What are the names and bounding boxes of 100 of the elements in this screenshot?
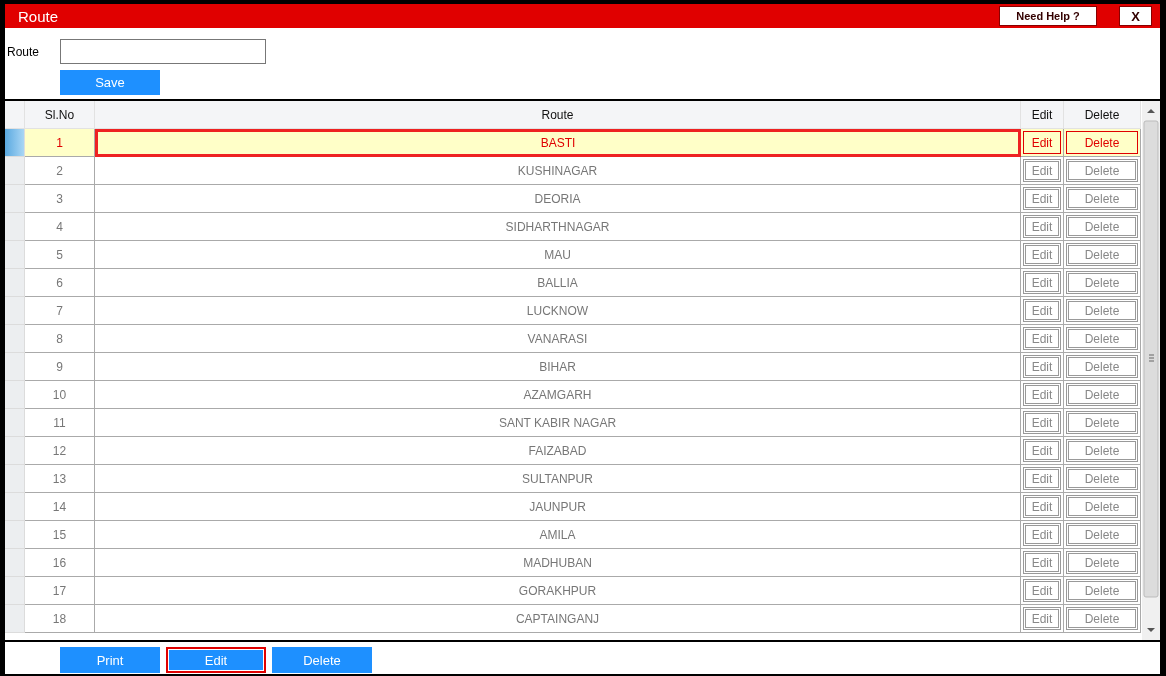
edit-button[interactable]: Edit [1023,411,1061,434]
delete-button[interactable]: Delete [1066,187,1138,210]
table-cell: 2 [25,157,95,185]
delete-button[interactable]: Delete [1066,411,1138,434]
row-header[interactable] [5,325,25,353]
table-cell: BIHAR [95,353,1021,381]
scrollbar[interactable] [1142,101,1160,640]
edit-button[interactable]: Edit [1023,327,1061,350]
edit-button[interactable]: Edit [1023,159,1061,182]
help-button[interactable]: Need Help ? [999,6,1097,26]
delete-button[interactable]: Delete [1066,299,1138,322]
table-cell: SULTANPUR [95,465,1021,493]
delete-button[interactable]: Delete [1066,383,1138,406]
table-cell: 4 [25,213,95,241]
table-cell: AMILA [95,521,1021,549]
table-cell: FAIZABAD [95,437,1021,465]
edit-button[interactable]: Edit [1023,271,1061,294]
edit-button[interactable]: Edit [1023,467,1061,490]
table-cell: BASTI [95,129,1021,157]
table-cell: 9 [25,353,95,381]
table-cell: JAUNPUR [95,493,1021,521]
table-cell: LUCKNOW [95,297,1021,325]
table-cell: VANARASI [95,325,1021,353]
table-cell: 16 [25,549,95,577]
delete-button[interactable]: Delete [1066,215,1138,238]
row-header[interactable] [5,297,25,325]
save-button[interactable]: Save [60,70,160,95]
route-input-field[interactable] [60,39,266,64]
row-header[interactable] [5,493,25,521]
delete-header: Delete [1064,101,1141,129]
row-header[interactable] [5,409,25,437]
table-cell: 15 [25,521,95,549]
delete-button[interactable]: Delete [1066,467,1138,490]
edit-button[interactable]: Edit [1023,439,1061,462]
delete-button[interactable]: Delete [1066,579,1138,602]
table-cell: DEORIA [95,185,1021,213]
table-cell: 11 [25,409,95,437]
route-label: Route [7,44,41,59]
row-header[interactable] [5,353,25,381]
edit-button[interactable]: Edit [1023,355,1061,378]
row-header[interactable] [5,549,25,577]
table-cell: SANT KABIR NAGAR [95,409,1021,437]
delete-button[interactable]: Delete [1066,523,1138,546]
row-header[interactable] [5,521,25,549]
row-header[interactable] [5,605,25,633]
edit-button[interactable]: Edit [1023,187,1061,210]
table-cell: 12 [25,437,95,465]
edit-button[interactable]: Edit [1023,607,1061,630]
row-header[interactable] [5,269,25,297]
action-button[interactable]: Edit [166,647,266,673]
table-cell: 14 [25,493,95,521]
delete-button[interactable]: Delete [1066,271,1138,294]
action-button[interactable]: Delete [272,647,372,673]
table-cell: AZAMGARH [95,381,1021,409]
route-header: Route [95,101,1021,129]
delete-button[interactable]: Delete [1066,327,1138,350]
header-corner [5,101,25,129]
table-cell: GORAKHPUR [95,577,1021,605]
edit-button[interactable]: Edit [1023,495,1061,518]
delete-button[interactable]: Delete [1066,131,1138,154]
delete-button[interactable]: Delete [1066,495,1138,518]
table-cell: 17 [25,577,95,605]
table-cell: 5 [25,241,95,269]
row-header[interactable] [5,577,25,605]
table-cell: CAPTAINGANJ [95,605,1021,633]
row-header[interactable] [5,465,25,493]
table-cell: 3 [25,185,95,213]
row-header[interactable] [5,381,25,409]
sl-no-header: Sl.No [25,101,95,129]
table-cell: 1 [25,129,95,157]
table-cell: 6 [25,269,95,297]
edit-button[interactable]: Edit [1023,299,1061,322]
delete-button[interactable]: Delete [1066,607,1138,630]
delete-button[interactable]: Delete [1066,355,1138,378]
row-header[interactable] [5,213,25,241]
row-header[interactable] [5,129,25,157]
row-header[interactable] [5,157,25,185]
table-cell: 13 [25,465,95,493]
table-cell: SIDHARTHNAGAR [95,213,1021,241]
edit-button[interactable]: Edit [1023,131,1061,154]
row-header[interactable] [5,241,25,269]
edit-header: Edit [1021,101,1064,129]
edit-button[interactable]: Edit [1023,243,1061,266]
table-cell: MAU [95,241,1021,269]
delete-button[interactable]: Delete [1066,439,1138,462]
row-header[interactable] [5,185,25,213]
edit-button[interactable]: Edit [1023,523,1061,546]
edit-button[interactable]: Edit [1023,579,1061,602]
delete-button[interactable]: Delete [1066,159,1138,182]
action-button[interactable]: Print [60,647,160,673]
table-cell: 18 [25,605,95,633]
table-cell: BALLIA [95,269,1021,297]
close-button[interactable]: X [1119,6,1152,26]
edit-button[interactable]: Edit [1023,551,1061,574]
table-cell: 10 [25,381,95,409]
row-header[interactable] [5,437,25,465]
edit-button[interactable]: Edit [1023,383,1061,406]
edit-button[interactable]: Edit [1023,215,1061,238]
delete-button[interactable]: Delete [1066,551,1138,574]
delete-button[interactable]: Delete [1066,243,1138,266]
